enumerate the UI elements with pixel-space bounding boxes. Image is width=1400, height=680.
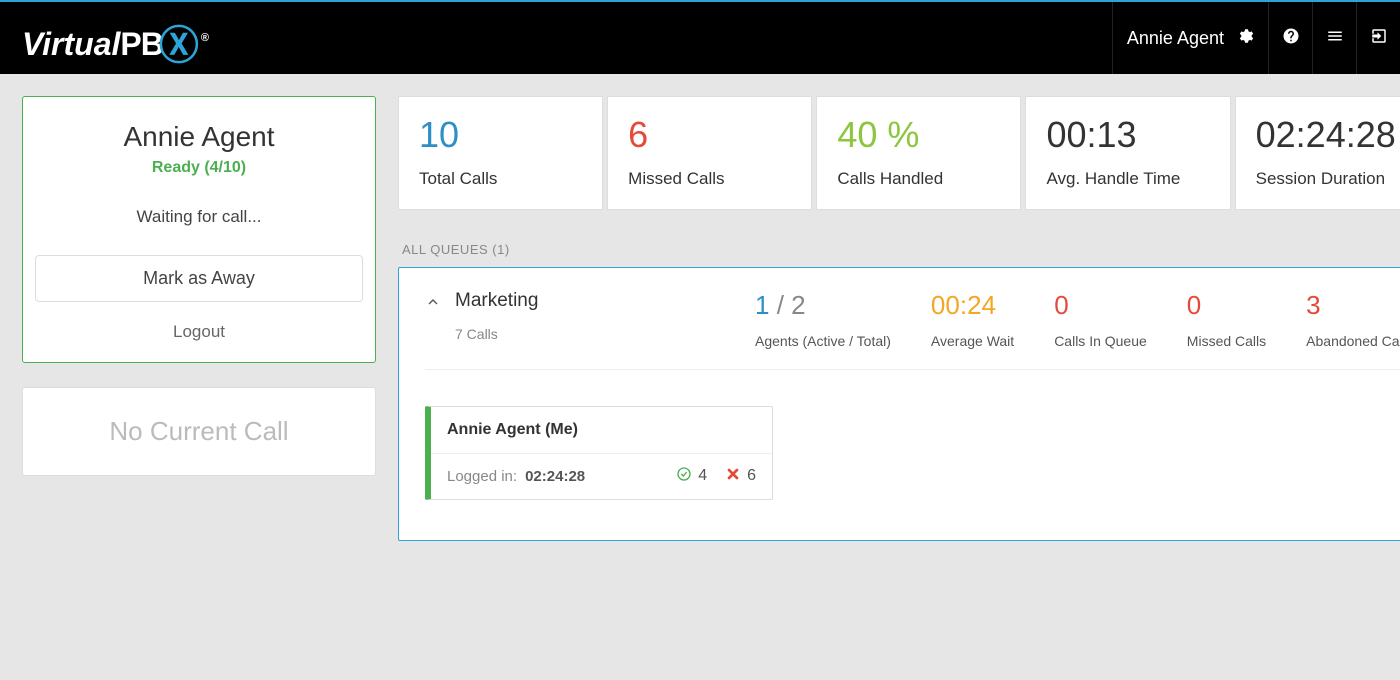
queue-metrics: 1 / 2 Agents (Active / Total) 00:24 Aver… bbox=[755, 290, 1400, 349]
stat-value: 02:24:28 bbox=[1256, 115, 1400, 155]
metric-label: Abandoned Calls bbox=[1306, 333, 1400, 349]
brand-registered-icon: ® bbox=[201, 32, 209, 44]
agent-detail-name: Annie Agent (Me) bbox=[431, 407, 772, 454]
agent-detail-card: Annie Agent (Me) Logged in: 02:24:28 4 bbox=[425, 406, 773, 500]
signout-button[interactable] bbox=[1356, 2, 1400, 74]
logout-button[interactable]: Logout bbox=[35, 312, 363, 352]
top-bar-right: Annie Agent bbox=[1112, 2, 1400, 74]
metric-average-wait: 00:24 Average Wait bbox=[931, 290, 1014, 349]
chevron-up-icon bbox=[425, 297, 441, 314]
hamburger-icon bbox=[1326, 27, 1344, 50]
stat-label: Missed Calls bbox=[628, 169, 791, 189]
agent-detail-row: Logged in: 02:24:28 4 6 bbox=[431, 454, 772, 499]
metric-value: 00:24 bbox=[931, 290, 1014, 321]
agent-handled-stat: 4 bbox=[676, 466, 707, 487]
top-bar: VirtualPBⓍ® Annie Agent bbox=[0, 0, 1400, 74]
agents-separator: / bbox=[769, 290, 791, 320]
queue-info: Marketing 7 Calls bbox=[455, 290, 755, 342]
agent-handled-count: 4 bbox=[698, 467, 707, 485]
agent-status-text: Ready (4/10) bbox=[35, 159, 363, 177]
metric-agents: 1 / 2 Agents (Active / Total) bbox=[755, 290, 891, 349]
metric-value: 3 bbox=[1306, 290, 1400, 321]
metric-value: 0 bbox=[1054, 290, 1147, 321]
menu-button[interactable] bbox=[1312, 2, 1356, 74]
x-icon bbox=[725, 466, 741, 487]
help-icon bbox=[1282, 27, 1300, 50]
logged-in-label: Logged in: bbox=[447, 468, 517, 485]
stat-value: 40 % bbox=[837, 115, 1000, 155]
logged-in-time: 02:24:28 bbox=[525, 468, 585, 485]
stat-value: 00:13 bbox=[1046, 115, 1209, 155]
queue-collapse-toggle[interactable] bbox=[425, 290, 455, 315]
queue-calls-summary: 7 Calls bbox=[455, 326, 755, 342]
queue-header-row: Marketing 7 Calls 1 / 2 Agents (Active /… bbox=[425, 290, 1400, 370]
stat-label: Calls Handled bbox=[837, 169, 1000, 189]
metric-value: 0 bbox=[1187, 290, 1266, 321]
stat-value: 10 bbox=[419, 115, 582, 155]
queue-name: Marketing bbox=[455, 290, 755, 312]
stat-label: Avg. Handle Time bbox=[1046, 169, 1209, 189]
queue-panel: Marketing 7 Calls 1 / 2 Agents (Active /… bbox=[398, 267, 1400, 541]
mark-away-button[interactable]: Mark as Away bbox=[35, 255, 363, 302]
agents-active: 1 bbox=[755, 290, 769, 320]
check-circle-icon bbox=[676, 466, 692, 487]
brand-virtual: Virtual bbox=[22, 26, 120, 63]
agent-name: Annie Agent bbox=[35, 121, 363, 153]
agent-missed-stat: 6 bbox=[725, 466, 756, 487]
metric-abandoned-calls: 3 Abandoned Calls bbox=[1306, 290, 1400, 349]
metric-label: Calls In Queue bbox=[1054, 333, 1147, 349]
main-area: Annie Agent Ready (4/10) Waiting for cal… bbox=[0, 74, 1400, 563]
topbar-user-menu[interactable]: Annie Agent bbox=[1112, 2, 1268, 74]
agent-status-card: Annie Agent Ready (4/10) Waiting for cal… bbox=[22, 96, 376, 363]
signout-icon bbox=[1370, 27, 1388, 50]
content-area: 10 Total Calls 6 Missed Calls 40 % Calls… bbox=[398, 96, 1400, 541]
topbar-user-name: Annie Agent bbox=[1127, 28, 1224, 49]
brand-swoosh-icon: Ⓧ bbox=[159, 13, 199, 71]
stat-total-calls: 10 Total Calls bbox=[398, 96, 603, 210]
metric-calls-in-queue: 0 Calls In Queue bbox=[1054, 290, 1147, 349]
metric-label: Agents (Active / Total) bbox=[755, 333, 891, 349]
metric-value: 1 / 2 bbox=[755, 290, 891, 321]
brand-pbx: PB bbox=[120, 26, 162, 63]
stat-label: Total Calls bbox=[419, 169, 582, 189]
stats-row: 10 Total Calls 6 Missed Calls 40 % Calls… bbox=[398, 96, 1400, 210]
agents-total: 2 bbox=[791, 290, 805, 320]
metric-label: Missed Calls bbox=[1187, 333, 1266, 349]
stat-session-duration: 02:24:28 Session Duration bbox=[1235, 96, 1400, 210]
brand-logo: VirtualPBⓍ® bbox=[22, 9, 207, 67]
sidebar: Annie Agent Ready (4/10) Waiting for cal… bbox=[22, 96, 376, 541]
stat-label: Session Duration bbox=[1256, 169, 1400, 189]
stat-avg-handle-time: 00:13 Avg. Handle Time bbox=[1025, 96, 1230, 210]
all-queues-header: ALL QUEUES (1) bbox=[402, 242, 1400, 257]
stat-calls-handled: 40 % Calls Handled bbox=[816, 96, 1021, 210]
agent-missed-count: 6 bbox=[747, 467, 756, 485]
no-current-call-panel: No Current Call bbox=[22, 387, 376, 476]
agent-waiting-text: Waiting for call... bbox=[35, 207, 363, 227]
metric-label: Average Wait bbox=[931, 333, 1014, 349]
help-button[interactable] bbox=[1268, 2, 1312, 74]
stat-missed-calls: 6 Missed Calls bbox=[607, 96, 812, 210]
stat-value: 6 bbox=[628, 115, 791, 155]
gear-icon bbox=[1236, 27, 1254, 50]
metric-missed-calls: 0 Missed Calls bbox=[1187, 290, 1266, 349]
